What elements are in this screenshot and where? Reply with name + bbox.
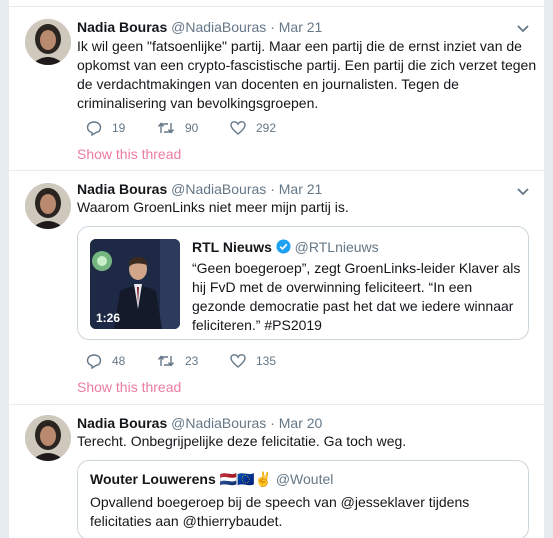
reply-button[interactable]: 19 — [86, 118, 125, 138]
tweet[interactable]: Nadia Bouras @NadiaBouras · Mar 21 Waaro… — [9, 170, 544, 404]
tweet-text: Waarom GroenLinks niet meer mijn partij … — [77, 199, 349, 215]
verified-badge-icon — [276, 239, 291, 254]
like-count: 135 — [256, 354, 277, 368]
video-duration: 1:26 — [96, 311, 121, 325]
author-handle[interactable]: @NadiaBouras — [171, 415, 266, 431]
tweet-header: Nadia Bouras @NadiaBouras · Mar 20 — [77, 413, 322, 433]
separator-dot: · — [270, 415, 275, 431]
tweet[interactable]: Nadia Bouras @NadiaBouras · Mar 20 Terec… — [9, 404, 544, 538]
tweet-header: Nadia Bouras @NadiaBouras · Mar 21 — [77, 17, 322, 37]
like-button[interactable]: 135 — [230, 351, 276, 371]
author-name[interactable]: Nadia Bouras — [77, 181, 167, 197]
card-author-name[interactable]: RTL Nieuws — [192, 239, 272, 255]
tweet-text: Terecht. Onbegrijpelijke deze felicitati… — [77, 433, 407, 449]
retweet-count: 23 — [185, 354, 199, 368]
reply-button[interactable]: 48 — [86, 351, 125, 371]
retweet-count: 90 — [185, 121, 199, 135]
quoted-author-handle[interactable]: @Woutel — [276, 471, 334, 487]
avatar[interactable] — [25, 415, 71, 461]
chevron-down-icon[interactable] — [516, 184, 530, 198]
retweet-icon — [157, 355, 175, 367]
avatar[interactable] — [25, 19, 71, 65]
tweet-header: Nadia Bouras @NadiaBouras · Mar 21 — [77, 179, 322, 199]
reply-count: 19 — [112, 121, 126, 135]
retweet-button[interactable]: 90 — [157, 118, 198, 138]
tweet[interactable]: Nadia Bouras @NadiaBouras · Mar 21 Ik wi… — [9, 6, 544, 170]
chevron-down-icon[interactable] — [516, 21, 530, 35]
avatar[interactable] — [25, 183, 71, 229]
show-thread-link[interactable]: Show this thread — [77, 379, 181, 395]
quoted-author-emoji: 🇳🇱🇪🇺✌ — [219, 471, 272, 487]
author-name[interactable]: Nadia Bouras — [77, 19, 167, 35]
show-thread-link[interactable]: Show this thread — [77, 146, 181, 162]
tweet-date[interactable]: Mar 21 — [279, 19, 323, 35]
like-count: 292 — [256, 121, 277, 135]
author-name[interactable]: Nadia Bouras — [77, 415, 167, 431]
author-handle[interactable]: @NadiaBouras — [171, 181, 266, 197]
tweet-date[interactable]: Mar 21 — [279, 181, 323, 197]
heart-icon — [230, 121, 246, 135]
reply-count: 48 — [112, 354, 126, 368]
card-header: RTL Nieuws @RTLnieuws — [192, 239, 379, 255]
separator-dot: · — [270, 181, 275, 197]
quoted-author-name[interactable]: Wouter Louwerens — [90, 471, 216, 487]
card-author-handle[interactable]: @RTLnieuws — [295, 239, 379, 255]
retweet-button[interactable]: 23 — [157, 351, 198, 371]
retweet-icon — [157, 122, 175, 134]
card-text: “Geen boegeroep”, zegt GroenLinks-leider… — [192, 260, 521, 333]
tweet-text: Ik wil geen "fatsoenlijke" partij. Maar … — [77, 38, 537, 111]
quoted-tweet[interactable]: Wouter Louwerens 🇳🇱🇪🇺✌ @Woutel Opvallend… — [77, 460, 529, 538]
separator-dot: · — [270, 19, 275, 35]
timeline: Nadia Bouras @NadiaBouras · Mar 21 Ik wi… — [8, 0, 545, 538]
reply-icon — [86, 354, 102, 369]
heart-icon — [230, 354, 246, 368]
like-button[interactable]: 292 — [230, 118, 276, 138]
reply-icon — [86, 121, 102, 136]
video-thumbnail[interactable]: 1:26 — [90, 239, 180, 329]
author-handle[interactable]: @NadiaBouras — [171, 19, 266, 35]
quoted-tweet-text: Opvallend boegeroep bij de speech van @j… — [90, 494, 470, 529]
tweet-date[interactable]: Mar 20 — [279, 415, 323, 431]
quoted-tweet-header: Wouter Louwerens 🇳🇱🇪🇺✌ @Woutel — [90, 471, 333, 488]
media-card[interactable]: 1:26 RTL Nieuws @RTLnieuws “Geen boegero… — [77, 226, 529, 340]
